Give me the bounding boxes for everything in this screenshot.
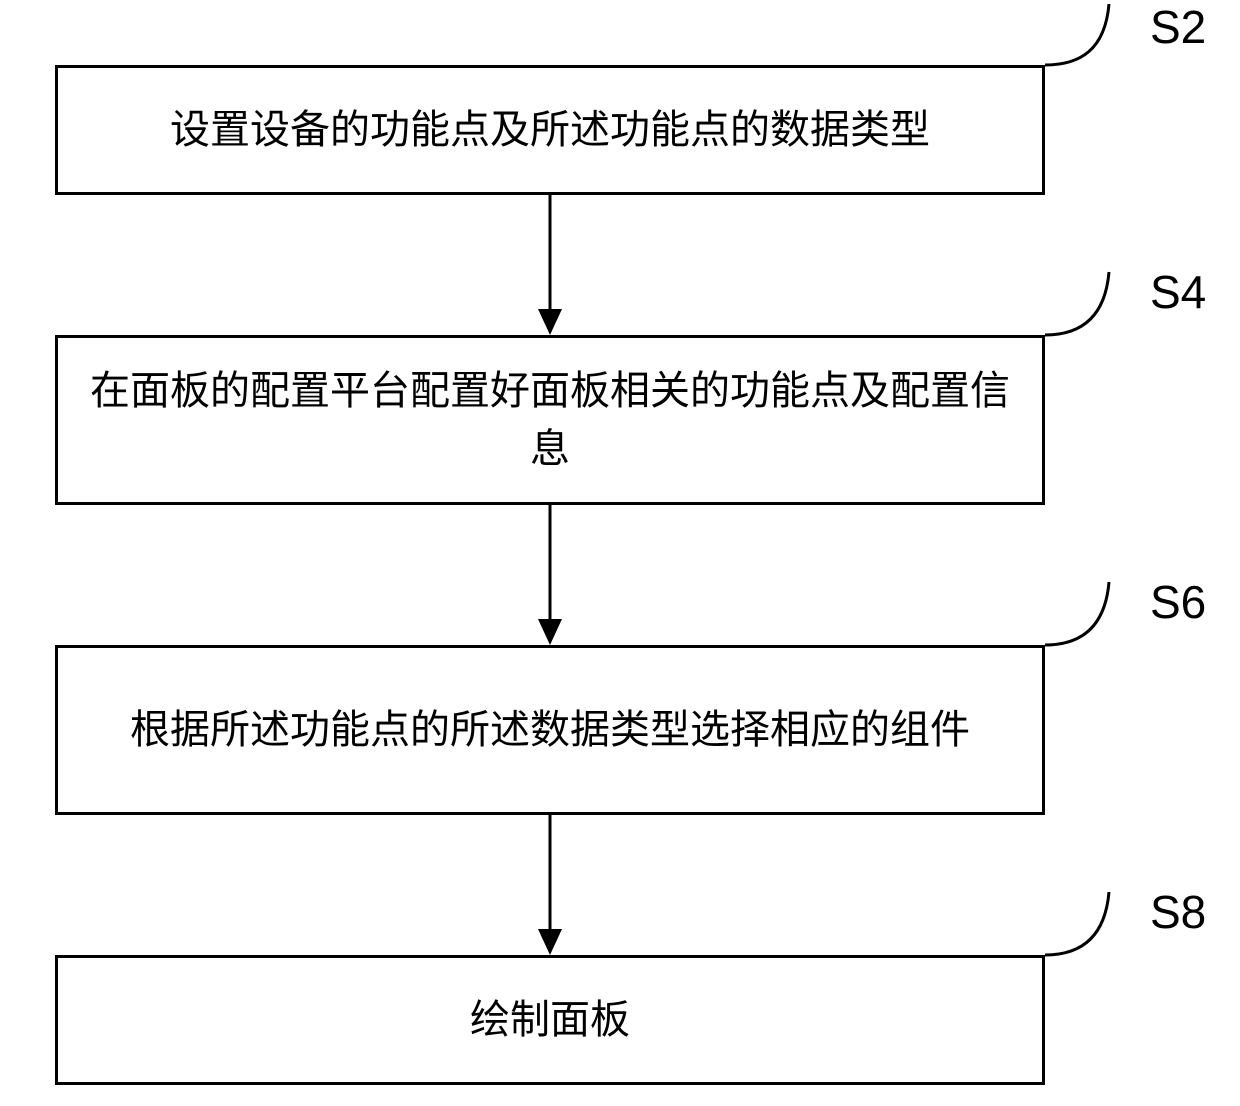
arrow-s2-s4: [530, 195, 570, 335]
flow-step-s6: 根据所述功能点的所述数据类型选择相应的组件: [55, 645, 1045, 815]
flow-step-s6-text: 根据所述功能点的所述数据类型选择相应的组件: [130, 701, 970, 759]
flow-step-s4: 在面板的配置平台配置好面板相关的功能点及配置信息: [55, 335, 1045, 505]
arrow-s4-s6: [530, 505, 570, 645]
callout-s8: [1045, 888, 1145, 988]
step-label-s6: S6: [1150, 575, 1206, 629]
callout-s4: [1045, 268, 1145, 368]
callout-s2: [1045, 0, 1145, 100]
step-label-s8: S8: [1150, 885, 1206, 939]
callout-s6: [1045, 578, 1145, 678]
step-label-s2: S2: [1150, 0, 1206, 54]
flow-step-s8-text: 绘制面板: [470, 991, 630, 1049]
flow-step-s8: 绘制面板: [55, 955, 1045, 1085]
flow-step-s2-text: 设置设备的功能点及所述功能点的数据类型: [170, 101, 930, 159]
arrow-s6-s8: [530, 815, 570, 955]
flowchart-canvas: 设置设备的功能点及所述功能点的数据类型 S2 在面板的配置平台配置好面板相关的功…: [0, 0, 1240, 1106]
step-label-s4: S4: [1150, 265, 1206, 319]
flow-step-s4-text: 在面板的配置平台配置好面板相关的功能点及配置信息: [80, 362, 1020, 478]
flow-step-s2: 设置设备的功能点及所述功能点的数据类型: [55, 65, 1045, 195]
